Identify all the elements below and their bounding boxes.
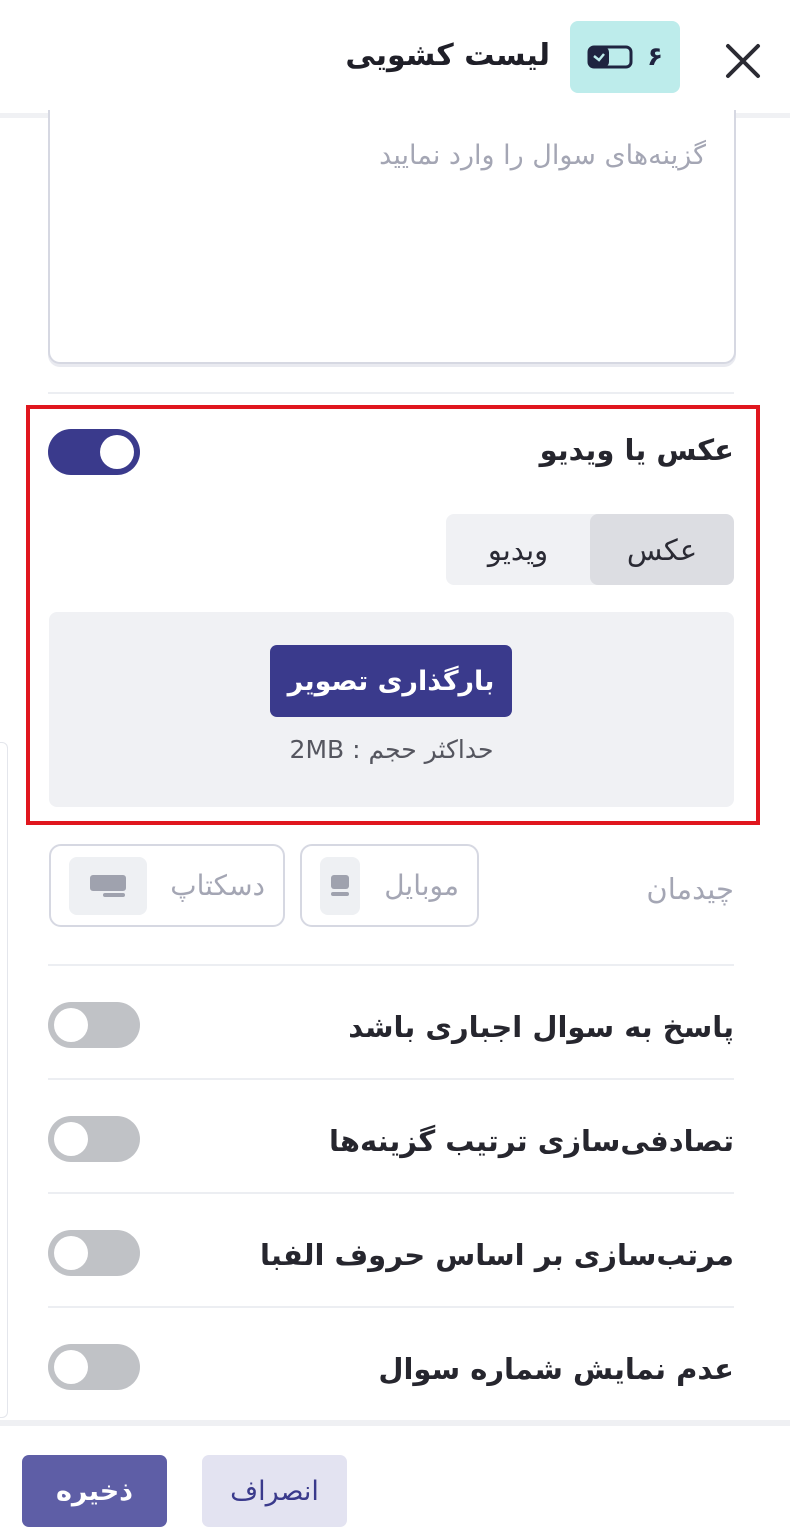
dropdown-list-icon bbox=[587, 45, 633, 69]
scrollbar[interactable] bbox=[0, 742, 8, 1418]
media-toggle[interactable] bbox=[48, 429, 140, 475]
required-answer-label: پاسخ به سوال اجباری باشد bbox=[348, 1010, 734, 1044]
panel-header: ۶ لیست کشویی bbox=[0, 0, 790, 118]
cancel-button[interactable]: انصراف bbox=[202, 1455, 347, 1527]
divider bbox=[48, 1078, 734, 1080]
divider bbox=[48, 392, 734, 394]
toggle-knob bbox=[54, 1236, 88, 1270]
layout-label: چیدمان bbox=[646, 872, 734, 906]
toggle-knob bbox=[54, 1350, 88, 1384]
randomize-options-toggle[interactable] bbox=[48, 1116, 140, 1162]
question-type-badge: ۶ bbox=[570, 21, 680, 93]
layout-mobile-label: موبایل bbox=[384, 869, 459, 902]
layout-desktop-button[interactable]: دسکتاپ bbox=[49, 844, 285, 927]
tab-photo[interactable]: عکس bbox=[590, 514, 734, 585]
mobile-layout-icon bbox=[320, 856, 360, 915]
layout-mobile-button[interactable]: موبایل bbox=[300, 844, 479, 927]
layout-desktop-label: دسکتاپ bbox=[170, 869, 265, 902]
upload-image-button[interactable]: بارگذاری تصویر bbox=[270, 645, 512, 717]
media-label: عکس یا ویدیو bbox=[539, 433, 734, 467]
toggle-knob bbox=[100, 435, 134, 469]
close-button[interactable] bbox=[718, 36, 768, 86]
close-icon bbox=[726, 44, 760, 78]
desktop-layout-icon bbox=[69, 856, 147, 915]
question-number: ۶ bbox=[647, 42, 663, 72]
tab-video[interactable]: ویدیو bbox=[446, 514, 590, 585]
toggle-knob bbox=[54, 1008, 88, 1042]
alphabetical-sort-label: مرتب‌سازی بر اساس حروف الفبا bbox=[259, 1238, 734, 1272]
randomize-options-label: تصادفی‌سازی ترتیب گزینه‌ها bbox=[328, 1124, 734, 1158]
divider bbox=[48, 964, 734, 966]
required-answer-toggle[interactable] bbox=[48, 1002, 140, 1048]
upload-zone: بارگذاری تصویر حداکثر حجم : 2MB bbox=[49, 612, 734, 807]
media-type-switch: عکس ویدیو bbox=[446, 514, 734, 585]
hide-question-number-toggle[interactable] bbox=[48, 1344, 140, 1390]
save-button[interactable]: ذخیره bbox=[22, 1455, 167, 1527]
divider bbox=[48, 1306, 734, 1308]
options-textarea[interactable]: گزینه‌های سوال را وارد نمایید bbox=[48, 110, 736, 364]
alphabetical-sort-toggle[interactable] bbox=[48, 1230, 140, 1276]
hide-question-number-label: عدم نمایش شماره سوال bbox=[378, 1352, 734, 1386]
divider bbox=[48, 1192, 734, 1194]
options-placeholder: گزینه‌های سوال را وارد نمایید bbox=[379, 140, 706, 171]
toggle-knob bbox=[54, 1122, 88, 1156]
panel-footer: ذخیره انصراف bbox=[0, 1420, 790, 1537]
panel-title: لیست کشویی bbox=[345, 38, 550, 73]
max-size-hint: حداکثر حجم : 2MB bbox=[289, 735, 494, 764]
